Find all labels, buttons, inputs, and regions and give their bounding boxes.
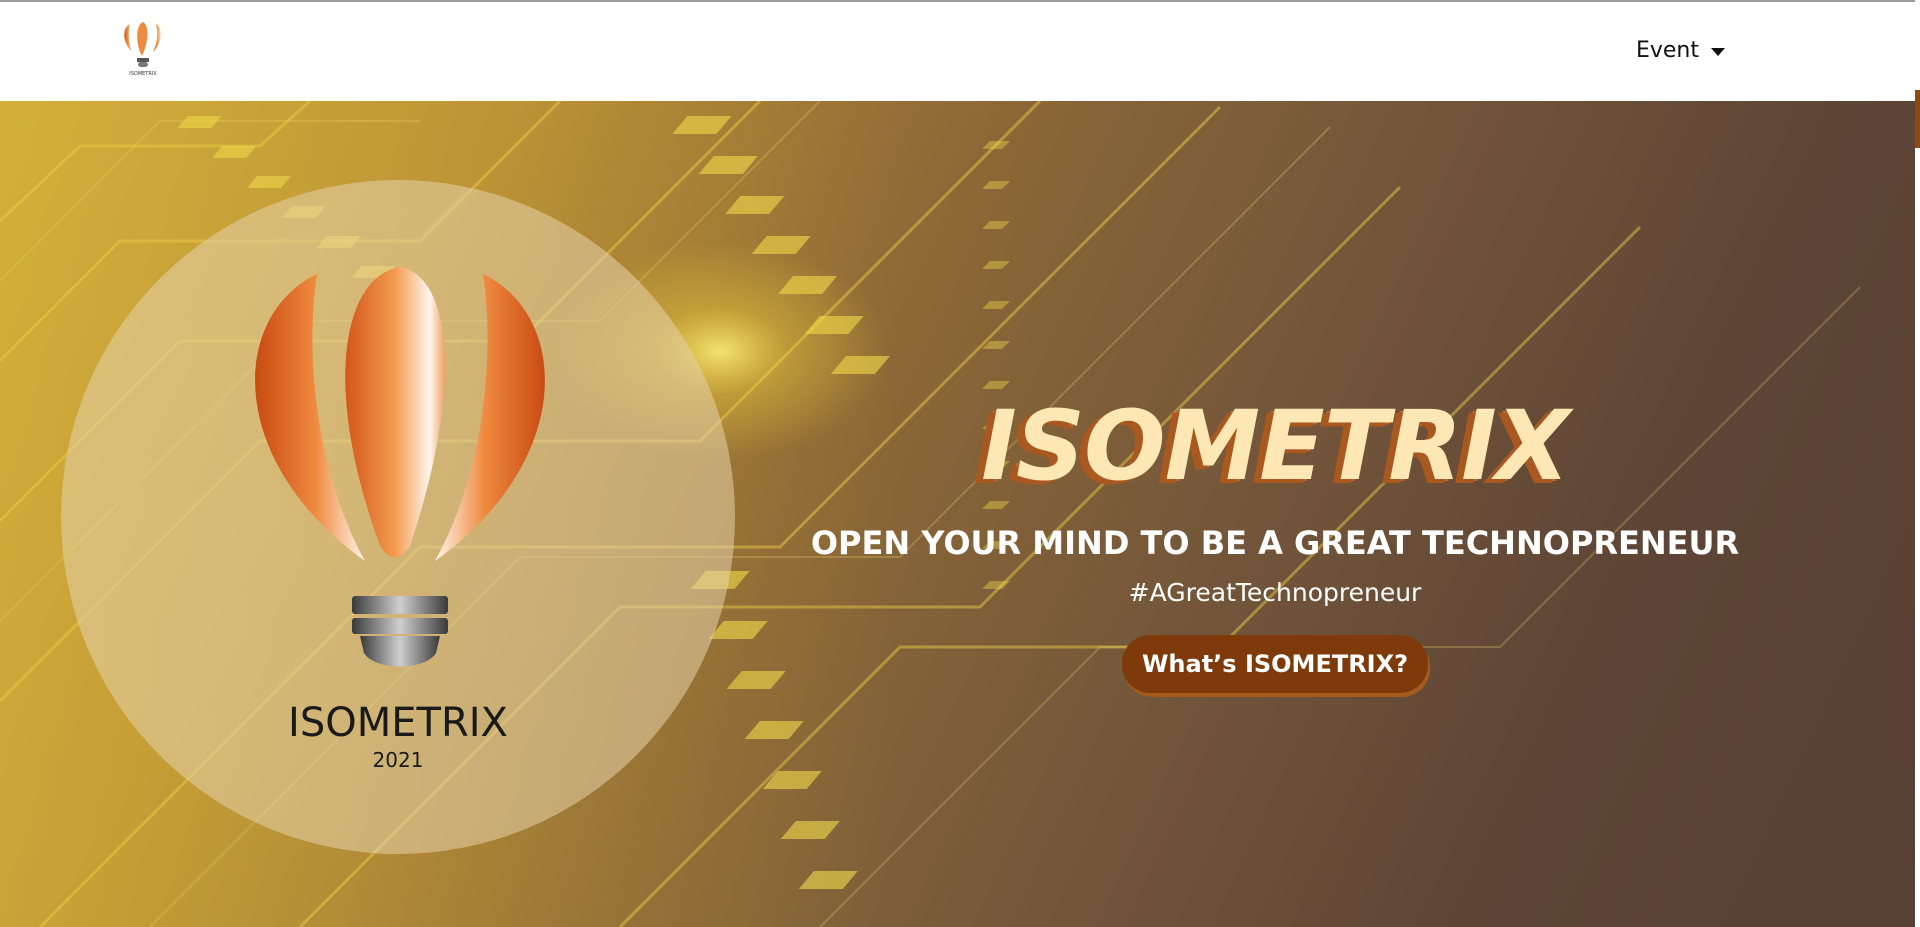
hero-section: ISOMETRIX 2021 ISOMETRIX OPEN YOUR MIND … bbox=[0, 101, 1915, 927]
page: ISOMETRIX Event ISOMETRIX 2021 ISOMETRIX… bbox=[0, 0, 1920, 927]
scrollbar-thumb[interactable] bbox=[1915, 90, 1920, 148]
whats-isometrix-button[interactable]: What’s ISOMETRIX? bbox=[1121, 635, 1429, 693]
hero-text-block: ISOMETRIX OPEN YOUR MIND TO BE A GREAT T… bbox=[800, 391, 1750, 693]
logo-year: 2021 bbox=[372, 748, 424, 772]
brand-balloon-icon bbox=[124, 22, 161, 67]
event-dropdown-toggle[interactable]: Event bbox=[1636, 38, 1725, 63]
hero-title: ISOMETRIX bbox=[981, 390, 1570, 502]
hot-air-balloon-lightbulb-icon bbox=[255, 267, 545, 667]
brand-logo-link[interactable]: ISOMETRIX bbox=[118, 20, 168, 86]
logo-wordmark: ISOMETRIX bbox=[288, 700, 508, 746]
hero-hashtag: #AGreatTechnopreneur bbox=[1128, 578, 1422, 607]
caret-down-icon bbox=[1711, 47, 1725, 56]
navbar: ISOMETRIX Event bbox=[0, 2, 1915, 101]
hero-tagline: OPEN YOUR MIND TO BE A GREAT TECHNOPRENE… bbox=[810, 524, 1740, 562]
event-menu-label: Event bbox=[1635, 38, 1699, 63]
brand-caption: ISOMETRIX bbox=[129, 71, 157, 77]
